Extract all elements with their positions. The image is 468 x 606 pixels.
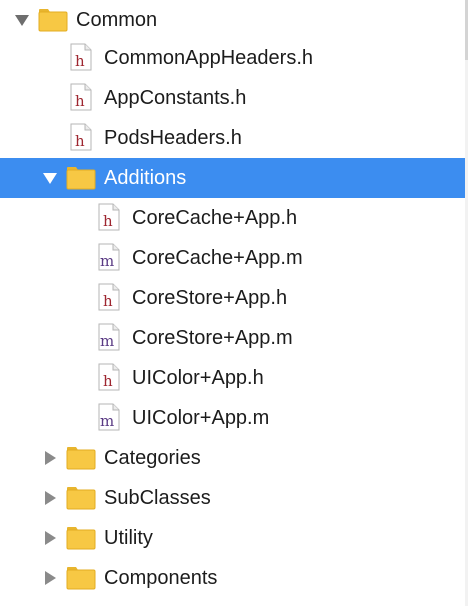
disclosure-collapsed-icon[interactable] [42, 530, 58, 546]
header-file-icon: h [98, 363, 120, 391]
header-file-icon: h [70, 43, 92, 71]
header-file-icon: h [98, 283, 120, 311]
svg-text:m: m [100, 412, 114, 430]
disclosure-collapsed-icon[interactable] [42, 490, 58, 506]
tree-row-label: Common [76, 9, 158, 31]
implementation-file-icon: m [98, 403, 120, 431]
svg-text:h: h [75, 92, 85, 110]
folder-icon [66, 166, 96, 190]
tree-row-corestore-app-h[interactable]: h CoreStore+App.h [0, 278, 465, 318]
disclosure-expanded-icon[interactable] [14, 12, 30, 28]
tree-row-label: CoreCache+App.h [132, 207, 298, 229]
folder-icon [66, 566, 96, 590]
implementation-file-icon: m [98, 323, 120, 351]
tree-row-categories[interactable]: Categories [0, 438, 465, 478]
folder-icon [66, 486, 96, 510]
svg-text:h: h [103, 292, 113, 310]
tree-row-common[interactable]: Common [0, 0, 465, 40]
folder-icon [66, 446, 96, 470]
folder-icon [38, 8, 68, 32]
tree-row-label: CoreCache+App.m [132, 247, 303, 269]
tree-row-label: Components [104, 567, 218, 589]
tree-row-corecache-app-h[interactable]: h CoreCache+App.h [0, 198, 465, 238]
tree-row-uicolor-app-m[interactable]: m UIColor+App.m [0, 398, 465, 438]
tree-row-label: Utility [104, 527, 153, 549]
project-navigator: Common h CommonAppHeaders.h h AppConstan… [0, 0, 468, 606]
tree-row-label: AppConstants.h [104, 87, 247, 109]
tree-row-label: CommonAppHeaders.h [104, 47, 313, 69]
tree-row-corestore-app-m[interactable]: m CoreStore+App.m [0, 318, 465, 358]
svg-text:h: h [75, 132, 85, 150]
header-file-icon: h [98, 203, 120, 231]
disclosure-collapsed-icon[interactable] [42, 570, 58, 586]
tree-row-label: SubClasses [104, 487, 211, 509]
disclosure-collapsed-icon[interactable] [42, 450, 58, 466]
tree-row-additions[interactable]: Additions [0, 158, 465, 198]
tree-row-appconstants-h[interactable]: h AppConstants.h [0, 78, 465, 118]
folder-icon [66, 526, 96, 550]
tree-row-label: Additions [104, 167, 187, 189]
tree-row-commonappheaders-h[interactable]: h CommonAppHeaders.h [0, 38, 465, 78]
tree-row-label: Categories [104, 447, 201, 469]
disclosure-expanded-icon[interactable] [42, 170, 58, 186]
tree-row-podsheaders-h[interactable]: h PodsHeaders.h [0, 118, 465, 158]
tree-row-label: UIColor+App.m [132, 407, 270, 429]
tree-row-label: PodsHeaders.h [104, 127, 242, 149]
svg-text:m: m [100, 252, 114, 270]
tree-row-label: CoreStore+App.m [132, 327, 293, 349]
tree-row-uicolor-app-h[interactable]: h UIColor+App.h [0, 358, 465, 398]
header-file-icon: h [70, 123, 92, 151]
tree-row-label: CoreStore+App.h [132, 287, 288, 309]
implementation-file-icon: m [98, 243, 120, 271]
svg-text:h: h [103, 212, 113, 230]
header-file-icon: h [70, 83, 92, 111]
svg-text:h: h [75, 52, 85, 70]
svg-text:h: h [103, 372, 113, 390]
svg-text:m: m [100, 332, 114, 350]
tree-row-label: UIColor+App.h [132, 367, 264, 389]
tree-row-components[interactable]: Components [0, 558, 465, 598]
tree-row-utility[interactable]: Utility [0, 518, 465, 558]
tree-row-corecache-app-m[interactable]: m CoreCache+App.m [0, 238, 465, 278]
tree-row-subclasses[interactable]: SubClasses [0, 478, 465, 518]
